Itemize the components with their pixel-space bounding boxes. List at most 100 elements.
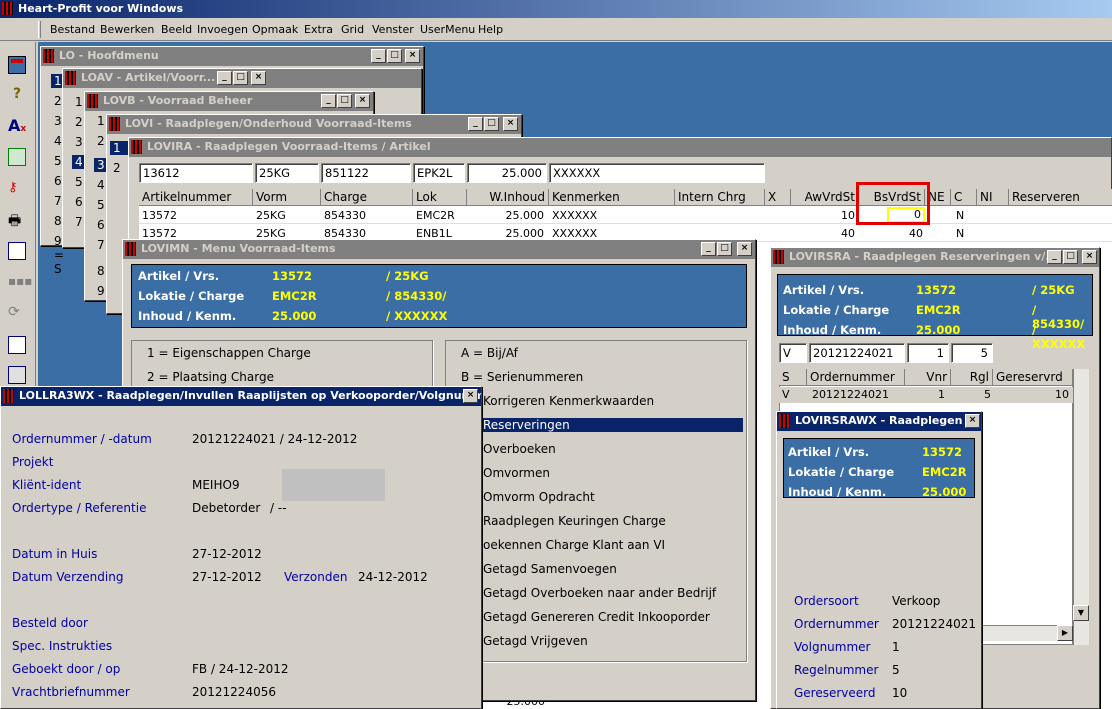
menu-help[interactable]: Help <box>478 23 503 36</box>
maximize-button[interactable]: □ <box>484 117 499 131</box>
menu-overboeken-bedrijf[interactable]: Getagd Overboeken naar ander Bedrijf <box>483 586 716 600</box>
lo-number[interactable]: 5 <box>54 154 62 168</box>
lovb-number[interactable]: 5 <box>97 198 105 212</box>
menu-reserveringen[interactable]: Reserveringen <box>481 418 743 432</box>
close-button[interactable]: × <box>251 71 266 85</box>
filter-charge-input[interactable]: 851122 <box>321 163 411 183</box>
scroll-right-icon[interactable]: ▶ <box>1057 625 1073 641</box>
col-c[interactable]: C <box>951 189 977 206</box>
menu-toekennen[interactable]: oekennen Charge Klant aan VI <box>483 538 665 552</box>
minimize-button[interactable]: _ <box>217 71 232 85</box>
key-icon[interactable]: ⚷ <box>8 180 26 198</box>
menu-plaatsing-charge[interactable]: 2 = Plaatsing Charge <box>147 370 274 384</box>
col-vnr[interactable]: Vnr <box>905 369 951 386</box>
menu-korrigeren[interactable]: Korrigeren Kenmerkwaarden <box>483 394 654 408</box>
lo-number[interactable]: 6 <box>54 174 62 188</box>
col-kenmerken[interactable]: Kenmerken <box>549 189 675 206</box>
menu-beeld[interactable]: Beeld <box>161 23 192 36</box>
col-gereservrd[interactable]: Gereservrd <box>993 369 1073 386</box>
close-button[interactable]: × <box>405 49 420 63</box>
lovi-number[interactable]: 2 <box>113 161 121 175</box>
scroll-down-icon[interactable]: ▼ <box>1073 605 1089 621</box>
maximize-button[interactable]: □ <box>717 242 732 256</box>
lovb-number[interactable]: 1 <box>97 114 105 128</box>
lo-number[interactable]: 3 <box>54 114 62 128</box>
col-winhoud[interactable]: W.Inhoud <box>467 189 549 206</box>
maximize-button[interactable]: □ <box>1063 250 1078 264</box>
col-charge[interactable]: Charge <box>321 189 413 206</box>
table-row[interactable]: 13572 25KG 854330 EMC2R 25.000 XXXXXX 10… <box>139 207 1112 224</box>
filter-inhoud-input[interactable]: 25.000 <box>467 163 547 183</box>
col-vorm[interactable]: Vorm <box>253 189 321 206</box>
menu-venster[interactable]: Venster <box>372 23 414 36</box>
window-lovirsrawx[interactable]: LOVIRSRAWX - Raadplegen ... × Artikel / … <box>776 411 982 709</box>
menu-invoegen[interactable]: Invoegen <box>197 23 248 36</box>
table-row[interactable]: V 20121224021 1 5 10 <box>779 387 1073 403</box>
col-intern-chrg[interactable]: Intern Chrg <box>675 189 765 206</box>
close-button[interactable]: × <box>737 242 752 256</box>
loav-number[interactable]: 6 <box>75 195 83 209</box>
loav-number[interactable]: 3 <box>75 135 83 149</box>
grid-icon[interactable] <box>8 242 26 260</box>
col-ni[interactable]: NI <box>977 189 1009 206</box>
menu-serienummeren[interactable]: B = Serienummeren <box>461 370 583 384</box>
close-button[interactable]: × <box>503 117 518 131</box>
filter-rgl-input[interactable]: 5 <box>951 343 993 363</box>
close-button[interactable]: × <box>355 94 370 108</box>
menu-bestand[interactable]: Bestand <box>50 23 95 36</box>
col-lok[interactable]: Lok <box>413 189 467 206</box>
menu-overboeken[interactable]: Overboeken <box>483 442 556 456</box>
filter-ordernummer-input[interactable]: 20121224021 <box>809 343 905 363</box>
vertical-scrollbar[interactable] <box>1073 369 1089 645</box>
col-x[interactable]: X <box>765 189 791 206</box>
menu-omvormen[interactable]: Omvormen <box>483 466 550 480</box>
lo-number[interactable]: 4 <box>54 134 62 148</box>
filter-kenmerken-input[interactable]: XXXXXX <box>549 163 765 183</box>
minimize-button[interactable]: _ <box>1047 250 1062 264</box>
loav-number[interactable]: 7 <box>75 215 83 229</box>
tree-icon[interactable] <box>8 148 26 166</box>
lo-number[interactable]: 7 <box>54 194 62 208</box>
filter-vnr-input[interactable]: 1 <box>907 343 949 363</box>
minimize-button[interactable]: _ <box>321 94 336 108</box>
loav-number[interactable]: 2 <box>75 115 83 129</box>
loav-number[interactable]: 5 <box>75 175 83 189</box>
col-rgl[interactable]: Rgl <box>951 369 993 386</box>
menu-credit-inkooporder[interactable]: Getagd Genereren Credit Inkooporder <box>483 610 710 624</box>
window-icon[interactable] <box>8 56 26 74</box>
lovb-number[interactable]: 2 <box>97 134 105 148</box>
col-s[interactable]: S <box>779 369 807 386</box>
maximize-button[interactable]: □ <box>337 94 352 108</box>
menu-usermenu[interactable]: UserMenu <box>420 23 475 36</box>
col-artikelnummer[interactable]: Artikelnummer <box>139 189 253 206</box>
refresh-icon[interactable]: ⟳ <box>8 304 26 322</box>
minimize-button[interactable]: _ <box>701 242 716 256</box>
menu-opmaak[interactable]: Opmaak <box>252 23 298 36</box>
col-ordernummer[interactable]: Ordernummer <box>807 369 905 386</box>
maximize-button[interactable]: □ <box>233 71 248 85</box>
minimize-button[interactable]: _ <box>371 49 386 63</box>
menu-omvorm-opdracht[interactable]: Omvorm Opdracht <box>483 490 595 504</box>
filter-lok-input[interactable]: EPK2L <box>413 163 465 183</box>
printer-icon[interactable]: 🖶 <box>8 210 26 229</box>
menu-bij-af[interactable]: A = Bij/Af <box>461 346 518 360</box>
close-button[interactable]: × <box>965 414 980 428</box>
menu-bewerken[interactable]: Bewerken <box>100 23 154 36</box>
lovb-number[interactable]: 9 <box>97 284 105 298</box>
minimize-button[interactable]: _ <box>468 117 483 131</box>
dots-icon[interactable]: ▪▪▪ <box>8 274 32 292</box>
form-icon[interactable] <box>8 336 26 354</box>
menu-grid[interactable]: Grid <box>341 23 364 36</box>
help-icon[interactable]: ? <box>8 86 26 104</box>
menu-eigenschappen-charge[interactable]: 1 = Eigenschappen Charge <box>147 346 311 360</box>
menu-keuringen[interactable]: Raadplegen Keuringen Charge <box>483 514 666 528</box>
filter-s-input[interactable]: V <box>779 343 807 363</box>
lovb-number[interactable]: 6 <box>97 218 105 232</box>
close-button[interactable]: × <box>463 389 478 403</box>
col-reserveren[interactable]: Reserveren <box>1009 189 1112 206</box>
font-icon[interactable]: Ax <box>8 116 26 135</box>
list-icon[interactable] <box>8 366 26 384</box>
maximize-button[interactable]: □ <box>387 49 402 63</box>
lovi-number[interactable]: 1 <box>110 141 130 155</box>
menu-vrijgeven[interactable]: Getagd Vrijgeven <box>483 634 588 648</box>
